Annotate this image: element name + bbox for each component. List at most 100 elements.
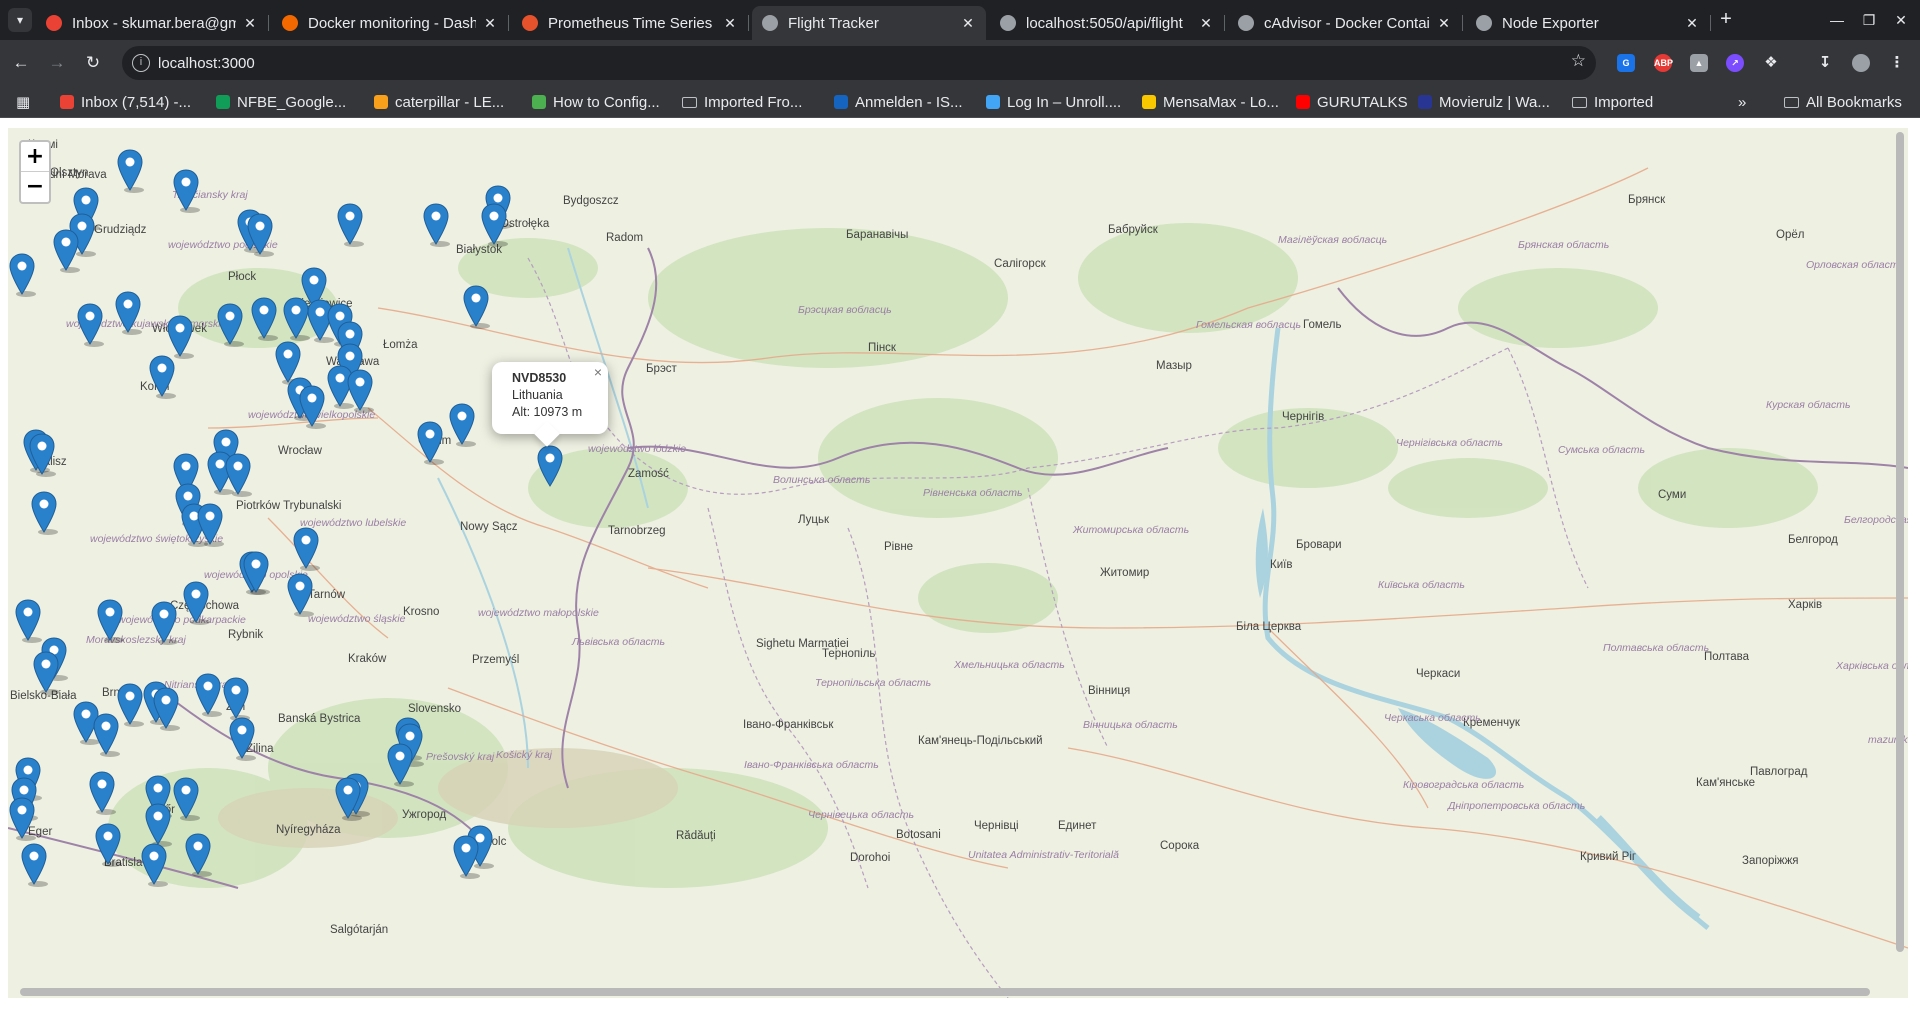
extensions-puzzle-icon[interactable]: ❖: [1762, 54, 1780, 72]
map-label: Unitatea Administrativ-Teritorială: [968, 849, 1119, 861]
tab-6[interactable]: Node Exporter ✕: [1466, 6, 1711, 40]
map-label: Рівненська область: [923, 487, 1023, 499]
tab-close-icon[interactable]: ✕: [1684, 15, 1700, 32]
horizontal-scrollbar[interactable]: [20, 988, 1870, 996]
more-bookmarks-icon[interactable]: »: [1738, 90, 1746, 114]
bookmark-item[interactable]: Log In – Unroll....: [986, 90, 1121, 114]
map-label: Луцьк: [798, 514, 830, 526]
globe-icon: [762, 15, 778, 31]
map-label: Единет: [1058, 820, 1097, 832]
bookmark-item[interactable]: How to Config...: [532, 90, 660, 114]
map-label: Łomża: [383, 339, 418, 351]
tab-close-icon[interactable]: ✕: [1198, 15, 1214, 32]
map-tiles[interactable]: Брянск Орёл Орловская область Брянская обла…: [8, 128, 1908, 998]
m-icon: [1142, 95, 1156, 109]
forward-icon[interactable]: →: [44, 50, 70, 76]
movie-icon: [1418, 95, 1432, 109]
menu-kebab-icon[interactable]: ⋮: [1888, 54, 1906, 72]
grafana-icon: [282, 15, 298, 31]
bookmark-item[interactable]: MensaMax - Lo...: [1142, 90, 1279, 114]
flight-map[interactable]: Брянск Орёл Орловская область Брянская обла…: [8, 128, 1908, 998]
tab-strip: ▾ Inbox - skumar.bera@gm ✕ Docker monitori…: [0, 0, 1920, 40]
youtube-icon: [1296, 95, 1310, 109]
avatar[interactable]: [1852, 54, 1870, 72]
map-label: Кривий Ріг: [1580, 851, 1636, 863]
translate-extension-icon[interactable]: G: [1617, 54, 1635, 72]
zoom-control: + −: [19, 140, 51, 204]
map-label: Брянская область: [1518, 239, 1609, 251]
tab-search-button[interactable]: ▾: [8, 8, 32, 32]
tab-3[interactable]: Flight Tracker ✕: [752, 6, 986, 40]
map-label: Rădăuți: [676, 830, 716, 842]
site-info-icon[interactable]: i: [132, 54, 150, 72]
shield-extension-icon[interactable]: ▲: [1690, 54, 1708, 72]
map-label: Харків: [1788, 599, 1822, 611]
restore-button[interactable]: ❐: [1854, 8, 1884, 32]
map-label: Sighetu Marmației: [756, 638, 849, 650]
zoom-out-button[interactable]: −: [21, 172, 49, 202]
map-label: Орёл: [1776, 229, 1804, 241]
popup-callsign: NVD8530: [512, 371, 567, 385]
zoom-in-button[interactable]: +: [21, 142, 49, 172]
tab-title: localhost:5050/api/flight: [1026, 14, 1183, 32]
apps-grid-icon[interactable]: ▦: [16, 90, 30, 114]
bookmark-item[interactable]: NFBE_Google...: [216, 90, 346, 114]
browser-toolbar: ← → ↻ i ☆ G ABP ▲ ↗ ❖ ↧ ⋮: [0, 40, 1920, 86]
reload-icon[interactable]: ↻: [80, 50, 106, 76]
map-label: Płock: [228, 271, 256, 283]
bookmark-item[interactable]: Inbox (7,514) -...: [60, 90, 191, 114]
tab-1[interactable]: Docker monitoring - Dash ✕: [272, 6, 509, 40]
tab-5[interactable]: cAdvisor - Docker Contai ✕: [1228, 6, 1463, 40]
minimize-button[interactable]: —: [1822, 8, 1852, 32]
download-icon[interactable]: ↧: [1816, 54, 1834, 72]
tab-close-icon[interactable]: ✕: [242, 15, 258, 32]
popup-country: Lithuania: [512, 388, 563, 402]
map-label: Магілёўская вобласць: [1278, 234, 1387, 246]
map-label: Rybnik: [228, 629, 263, 641]
map-label: Брэсцкая вобласць: [798, 304, 892, 316]
tab-close-icon[interactable]: ✕: [722, 15, 738, 32]
folder-icon: [1784, 96, 1799, 108]
tab-close-icon[interactable]: ✕: [482, 15, 498, 32]
address-bar[interactable]: i ☆: [122, 46, 1596, 80]
map-label: Bydgoszcz: [563, 195, 619, 207]
map-label: Черкаси: [1416, 668, 1460, 680]
map-label: Бабруйск: [1108, 224, 1159, 236]
tab-0[interactable]: Inbox - skumar.bera@gm ✕: [36, 6, 269, 40]
bookmark-star-icon[interactable]: ☆: [1571, 51, 1586, 71]
vertical-scrollbar[interactable]: [1896, 132, 1904, 952]
bookmark-item[interactable]: GURUTALKS: [1296, 90, 1408, 114]
purple-extension-icon[interactable]: ↗: [1726, 54, 1744, 72]
adblock-extension-icon[interactable]: ABP: [1654, 54, 1673, 72]
map-label: Grudziądz: [94, 224, 147, 236]
new-tab-button[interactable]: +: [1712, 8, 1740, 32]
tab-close-icon[interactable]: ✕: [1436, 15, 1452, 32]
map-label: Prešovský kraj: [426, 751, 495, 763]
bookmark-label: NFBE_Google...: [237, 93, 347, 111]
bookmark-item[interactable]: Imported: [1572, 90, 1653, 114]
tab-title: Flight Tracker: [788, 14, 879, 32]
all-bookmarks-folder[interactable]: All Bookmarks: [1784, 90, 1902, 114]
close-window-button[interactable]: ✕: [1886, 8, 1916, 32]
map-label: Zamość: [628, 468, 669, 480]
tab-2[interactable]: Prometheus Time Series ✕: [512, 6, 749, 40]
map-label: Волинська область: [773, 474, 870, 486]
map-label: Košický kraj: [496, 749, 553, 761]
bookmark-item[interactable]: Anmelden - IS...: [834, 90, 963, 114]
map-label: województwo łódzkie: [588, 443, 686, 455]
url-input[interactable]: [156, 51, 1536, 75]
bookmark-label: Log In – Unroll....: [1007, 93, 1122, 111]
map-label: Белгород: [1788, 534, 1838, 546]
map-label: Курская область: [1766, 399, 1851, 411]
bookmark-label: Imported Fro...: [704, 93, 803, 111]
back-icon[interactable]: ←: [8, 50, 34, 76]
bookmark-item[interactable]: caterpillar - LE...: [374, 90, 504, 114]
bookmark-item[interactable]: Movierulz | Wa...: [1418, 90, 1550, 114]
bookmark-item[interactable]: Imported Fro...: [682, 90, 802, 114]
tab-4[interactable]: localhost:5050/api/flight ✕: [990, 6, 1225, 40]
map-label: Olsztyn: [50, 167, 88, 179]
map-label: Вінниця: [1088, 685, 1130, 697]
tab-close-icon[interactable]: ✕: [960, 15, 976, 32]
map-label: Івано-Франківська область: [744, 759, 879, 771]
all-bookmarks-label: All Bookmarks: [1806, 93, 1902, 111]
